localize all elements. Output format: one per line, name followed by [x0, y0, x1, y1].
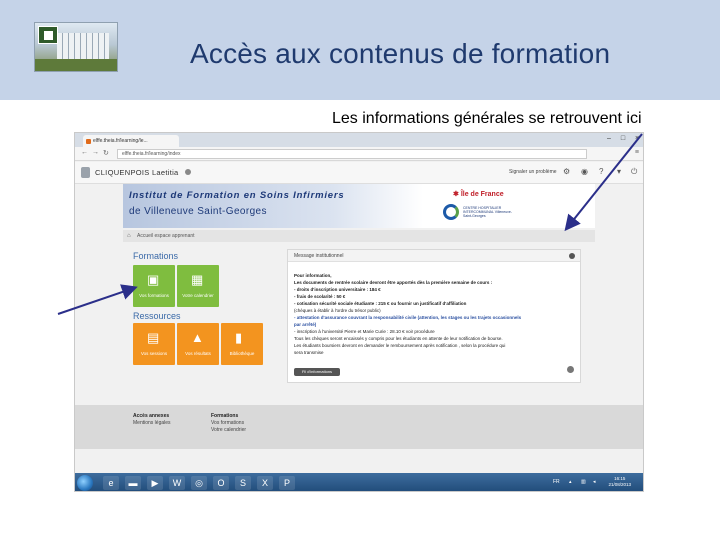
message-panel-title: Message institutionnel [288, 250, 580, 262]
minimize-icon[interactable]: – [603, 135, 615, 142]
tile-vos-formations[interactable]: ▣ Vos formations [133, 265, 175, 307]
logo-badge [38, 26, 58, 44]
app-topbar: CLIQUENPOIS Laetitia Signaler un problèm… [75, 162, 643, 184]
presentation-icon: ▣ [147, 272, 160, 287]
idf-logo: ✱ Île de France [453, 191, 504, 198]
footer-link-calendrier[interactable]: Votre calendrier [211, 427, 246, 434]
windows-taskbar: e ▬ ▶ W ◎ O S X P FR ▴ ▥ ◂ 16:15 21/08/2… [75, 473, 643, 491]
panel-toggle-icon[interactable] [569, 253, 575, 259]
browser-screenshot: elffe.theia.fr/learning/le... – □ × ← → … [74, 132, 644, 492]
footer-link-mentions[interactable]: Mentions légales [133, 420, 171, 427]
institute-logo [34, 22, 118, 72]
slide-title: Accès aux contenus de formation [190, 38, 611, 69]
user-status-icon [185, 169, 191, 175]
power-icon[interactable]: ⏻ [631, 167, 637, 177]
address-bar: ← → ↻ elffe.theia.fr/learning/index ≡ [75, 147, 643, 161]
calendar-icon: ▦ [191, 272, 204, 287]
banner-subtitle: de Villeneuve Saint-Georges [129, 206, 267, 217]
tile-vos-resultats[interactable]: ▲ Vos résultats [177, 323, 219, 365]
browser-tabbar: elffe.theia.fr/learning/le... – □ × [75, 133, 643, 147]
briefcase-icon: ▤ [147, 330, 160, 345]
graduation-cap-icon: ▲ [191, 330, 204, 345]
tile-vos-sessions[interactable]: ▤ Vos sessions [133, 323, 175, 365]
volume-icon[interactable]: ◂ [593, 479, 596, 485]
bookmark-icon[interactable]: ◉ [581, 167, 588, 176]
close-window-icon[interactable]: × [631, 135, 643, 142]
breadcrumb: ⌂ Accueil espace apprenant [123, 230, 595, 242]
hospital-logo-icon [443, 204, 459, 220]
slide-subtitle: Les informations générales se retrouvent… [332, 110, 642, 127]
banner-title: Institut de Formation en Soins Infirmier… [129, 190, 345, 201]
report-problem-link[interactable]: Signaler un problème [509, 169, 557, 175]
news-feed-button[interactable]: Fil d'informations [294, 368, 340, 376]
word-icon[interactable]: W [169, 476, 185, 490]
powerpoint-icon[interactable]: P [279, 476, 295, 490]
help-icon[interactable]: ? [599, 167, 603, 176]
site-footer: Accès annexes Mentions légales Formation… [75, 405, 643, 449]
excel-icon[interactable]: X [257, 476, 273, 490]
trees-image [35, 59, 117, 71]
lang-indicator[interactable]: FR [553, 479, 560, 485]
browser-menu-icon[interactable]: ≡ [635, 149, 639, 156]
user-avatar-icon [81, 167, 90, 178]
footer-col-formations: Formations Vos formations Votre calendri… [211, 413, 247, 434]
book-icon: ▮ [235, 330, 243, 345]
slide-header: Accès aux contenus de formation [0, 0, 720, 100]
tray-flag-icon[interactable]: ▴ [569, 479, 572, 485]
forward-icon[interactable]: → [92, 149, 99, 156]
tile-votre-calendrier[interactable]: ▦ Votre calendrier [177, 265, 219, 307]
back-icon[interactable]: ← [81, 149, 88, 156]
ie-icon[interactable]: e [103, 476, 119, 490]
outlook-icon[interactable]: O [213, 476, 229, 490]
skype-icon[interactable]: S [235, 476, 251, 490]
network-icon[interactable]: ▥ [581, 479, 586, 485]
favicon-icon [86, 139, 91, 144]
chrome-icon[interactable]: ◎ [191, 476, 207, 490]
tab-title: elffe.theia.fr/learning/le... [93, 138, 148, 144]
footer-col-annexes: Accès annexes Mentions légales [133, 413, 171, 427]
institute-banner: Institut de Formation en Soins Infirmier… [123, 184, 595, 228]
media-player-icon[interactable]: ▶ [147, 476, 163, 490]
user-menu-icon[interactable]: ▾ [617, 167, 621, 176]
taskbar-clock[interactable]: 16:15 21/08/2013 [608, 476, 631, 488]
settings-icon[interactable]: ⚙ [563, 167, 570, 176]
home-icon[interactable]: ⌂ [127, 230, 131, 242]
message-body: Pour information, Les documents de rentr… [294, 273, 522, 355]
reload-icon[interactable]: ↻ [103, 149, 109, 157]
star-icon: ✱ [453, 191, 461, 198]
ressources-heading: Ressources [133, 311, 181, 321]
footer-link-formations[interactable]: Vos formations [211, 420, 246, 427]
url-input[interactable]: elffe.theia.fr/learning/index [117, 149, 587, 159]
browser-tab[interactable]: elffe.theia.fr/learning/le... [83, 135, 179, 147]
breadcrumb-current: Accueil espace apprenant [137, 233, 195, 239]
tile-bibliotheque[interactable]: ▮ Bibliothèque [221, 323, 263, 365]
user-name[interactable]: CLIQUENPOIS Laetitia [95, 168, 179, 177]
start-button-icon[interactable] [77, 475, 93, 491]
maximize-icon[interactable]: □ [617, 135, 629, 142]
panel-settings-icon[interactable] [567, 366, 574, 373]
message-panel: Message institutionnel Pour information,… [287, 249, 581, 383]
folder-icon[interactable]: ▬ [125, 476, 141, 490]
hospital-logo-text: CENTRE HOSPITALIER INTERCOMMUNAL Villene… [463, 206, 513, 218]
formations-heading: Formations [133, 251, 179, 261]
